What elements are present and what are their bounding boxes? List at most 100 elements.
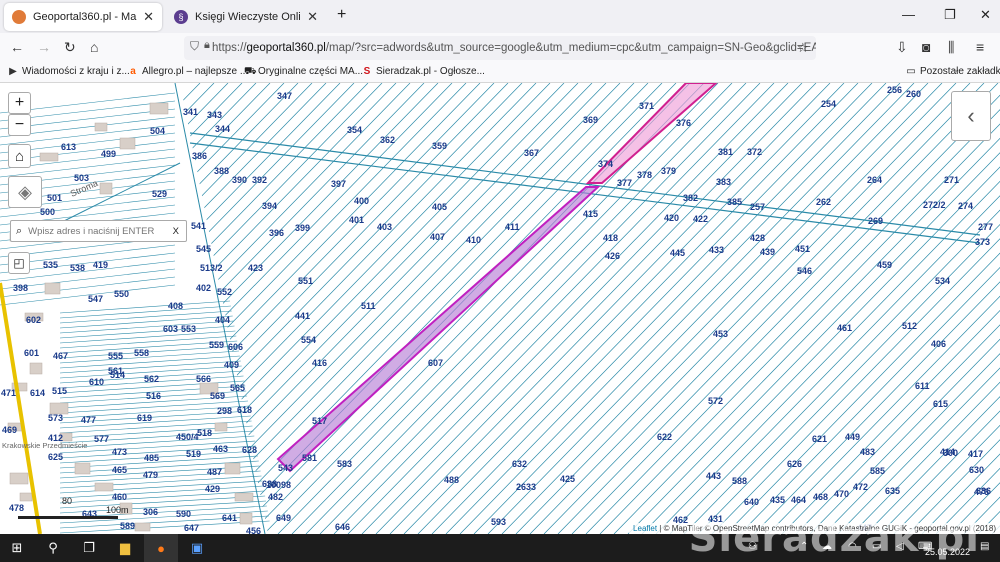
parcel-number-label: 417 xyxy=(968,449,983,459)
start-button[interactable]: ⊞ xyxy=(0,534,34,562)
home-icon[interactable]: ⌂ xyxy=(90,39,98,55)
sieradzak-icon: S xyxy=(363,65,371,77)
parcel-number-label: 449 xyxy=(845,432,860,442)
ksiegi-favicon-icon: § xyxy=(174,10,188,24)
bookmark-item[interactable]: ▶ Wiadomości z kraju i z... xyxy=(8,66,130,77)
parcel-number-label: 610 xyxy=(89,377,104,387)
task-view-button[interactable]: ❐ xyxy=(72,534,106,562)
app-button[interactable]: ▣ xyxy=(180,534,214,562)
parcel-number-label: 362 xyxy=(380,135,395,145)
menu-icon[interactable]: ≡ xyxy=(976,39,984,55)
building xyxy=(119,137,136,150)
parcel-number-label: 418 xyxy=(603,233,618,243)
parcel-number-label: 2633 xyxy=(516,482,536,492)
street-label: Krakowskie Przedmieście xyxy=(2,441,87,450)
url-bar[interactable]: ⛉ 🔒︎ https://geoportal360.pl/map/?src=ad… xyxy=(184,36,816,60)
parcel-number-label: 547 xyxy=(88,294,103,304)
parcel-number-label: 562 xyxy=(144,374,159,384)
ruler-icon: ◰ xyxy=(13,256,25,270)
parcel-number-label: 388 xyxy=(214,166,229,176)
file-explorer-button[interactable]: ▆ xyxy=(108,534,142,562)
parcel-number-label: 621 xyxy=(812,434,827,444)
parcel-number-label: 373 xyxy=(975,237,990,247)
other-bookmarks[interactable]: ▭ Pozostałe zakładki xyxy=(906,66,1000,77)
parcel-number-label: 383 xyxy=(716,177,731,187)
close-window-icon[interactable]: ✕ xyxy=(980,7,991,23)
building xyxy=(94,122,108,132)
parcel-number-label: 423 xyxy=(248,263,263,273)
tab-geoportal[interactable]: Geoportal360.pl - Mapa Interakt ✕ xyxy=(4,3,162,31)
leaflet-link[interactable]: Leaflet xyxy=(633,524,657,533)
parcel-number-label: 254 xyxy=(821,99,836,109)
pocket-icon[interactable]: ◙ xyxy=(922,39,930,55)
parcel-number-label: 269 xyxy=(868,216,883,226)
maximize-icon[interactable]: ❐ xyxy=(944,7,956,23)
firefox-button[interactable]: ● xyxy=(144,534,178,562)
parcel-number-label: 257 xyxy=(750,202,765,212)
bookmark-item[interactable]: a Allegro.pl – najlepsze ... xyxy=(128,66,248,77)
close-tab-icon[interactable]: ✕ xyxy=(307,9,318,25)
bookmark-item[interactable]: ⛟ Oryginalne części MA... xyxy=(244,66,363,77)
minimize-icon[interactable]: — xyxy=(902,7,915,22)
parcel-number-label: 386 xyxy=(192,151,207,161)
back-icon[interactable]: ← xyxy=(10,39,24,55)
parcel-number-label: 504 xyxy=(150,126,165,136)
library-icon[interactable]: ⫼ xyxy=(948,39,954,56)
parcel-number-label: 415 xyxy=(583,209,598,219)
zoom-in-button[interactable]: + xyxy=(8,92,31,114)
parcel-number-label: 443 xyxy=(706,471,721,481)
parcel-number-label: 473 xyxy=(112,447,127,457)
map-canvas[interactable]: Stroma Krakowskie Przedmieście 347 341 343… xyxy=(0,83,1000,534)
parcel-number-label: 410 xyxy=(466,235,481,245)
selected-parcel-415[interactable] xyxy=(276,186,601,473)
parcel-number-label: 374 xyxy=(598,159,613,169)
parcel-number-label: 483 xyxy=(860,447,875,457)
new-tab-button[interactable]: + xyxy=(337,6,346,24)
windows-icon: ⊞ xyxy=(11,540,23,555)
allegro-icon: a xyxy=(130,65,136,77)
side-panel-toggle[interactable]: ‹ xyxy=(951,91,991,141)
address-search[interactable]: ⌕ X xyxy=(10,220,187,242)
cadastral-map[interactable]: Stroma Krakowskie Przedmieście 347341 343… xyxy=(0,83,1000,534)
scale-line xyxy=(18,516,118,519)
parcel-number-label: 472 xyxy=(853,482,868,492)
measure-button[interactable]: ◰ xyxy=(8,252,30,274)
parcel-number-label: 419 xyxy=(93,260,108,270)
address-search-input[interactable] xyxy=(28,225,159,237)
parcel-number-label: 546 xyxy=(797,266,812,276)
parcel-number-label: 439 xyxy=(760,247,775,257)
parcel-number-label: 306 xyxy=(143,507,158,517)
parcel-number-label: 543 xyxy=(278,463,293,473)
forward-icon[interactable]: → xyxy=(37,39,51,55)
search-button[interactable]: ⚲ xyxy=(36,534,70,562)
parcel-number-label: 428 xyxy=(750,233,765,243)
parcel-number-label: 398 xyxy=(13,283,28,293)
parcel-boundary-line xyxy=(697,223,1000,534)
parcel-boundary-line xyxy=(893,424,1000,534)
close-tab-icon[interactable]: ✕ xyxy=(143,9,154,25)
parcel-number-label: 461 xyxy=(837,323,852,333)
parcel-number-label: 341 xyxy=(183,107,198,117)
building xyxy=(74,462,91,475)
parcel-number-label: 460 xyxy=(112,492,127,502)
folder-icon: ▭ xyxy=(906,65,916,77)
home-view-button[interactable]: ⌂ xyxy=(8,144,31,168)
tab-ksiegi[interactable]: § Księgi Wieczyste Online - Ogóln ✕ xyxy=(166,3,326,31)
layers-button[interactable]: ◈ xyxy=(8,176,42,208)
tab-bar: Geoportal360.pl - Mapa Interakt ✕ § Księ… xyxy=(0,0,1000,33)
parcel-number-label: 433 xyxy=(709,245,724,255)
parcel-number-label: 404 xyxy=(215,315,230,325)
bookmark-star-icon[interactable]: ☆ xyxy=(797,40,809,56)
zoom-out-button[interactable]: − xyxy=(8,114,31,136)
downloads-icon[interactable]: ⇩ xyxy=(896,39,908,56)
reload-icon[interactable]: ↻ xyxy=(64,39,76,56)
building xyxy=(39,152,59,162)
geoportal-favicon-icon xyxy=(12,10,26,24)
bookmark-item[interactable]: S Sieradzak.pl - Ogłosze... xyxy=(362,66,485,77)
bookmark-label: Allegro.pl – najlepsze ... xyxy=(142,66,249,77)
notifications-icon[interactable]: ▤ xyxy=(980,541,989,552)
parcel-number-label: 399 xyxy=(295,223,310,233)
parcel-number-label: 626 xyxy=(787,459,802,469)
parcel-number-label: 406 xyxy=(931,339,946,349)
clear-search-button[interactable]: X xyxy=(173,226,179,237)
